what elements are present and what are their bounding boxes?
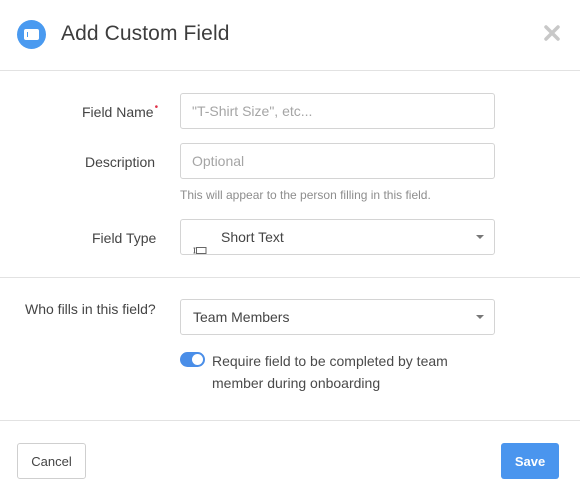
custom-field-icon <box>17 20 46 49</box>
field-name-placeholder: "T-Shirt Size", etc... <box>192 103 313 119</box>
save-button[interactable]: Save <box>501 443 559 479</box>
close-icon[interactable] <box>541 22 563 44</box>
short-text-icon <box>193 233 207 254</box>
field-type-select[interactable]: Short Text <box>180 219 495 255</box>
field-type-value: Short Text <box>221 229 284 245</box>
field-name-label-text: Field Name <box>82 104 154 120</box>
require-toggle[interactable] <box>180 352 205 367</box>
who-fills-label: Who fills in this field? <box>25 301 156 317</box>
field-name-input[interactable]: "T-Shirt Size", etc... <box>180 93 495 129</box>
description-placeholder: Optional <box>192 153 245 169</box>
cancel-button[interactable]: Cancel <box>17 443 86 479</box>
description-hint: This will appear to the person filling i… <box>180 188 431 202</box>
require-toggle-label: Require field to be completed by team me… <box>212 353 448 391</box>
description-label: Description <box>85 154 156 170</box>
description-input[interactable]: Optional <box>180 143 495 179</box>
who-fills-value: Team Members <box>193 309 290 325</box>
who-fills-select[interactable]: Team Members <box>180 299 495 335</box>
toggle-knob <box>192 354 203 365</box>
chevron-down-icon <box>476 315 484 319</box>
chevron-down-icon <box>476 235 484 239</box>
section-divider <box>0 277 580 278</box>
field-name-label: Field Name• <box>82 102 159 120</box>
modal-title: Add Custom Field <box>61 22 230 45</box>
footer-divider <box>0 420 580 421</box>
required-indicator: • <box>154 102 159 113</box>
field-type-label: Field Type <box>92 230 157 246</box>
modal-header: Add Custom Field <box>0 0 580 71</box>
